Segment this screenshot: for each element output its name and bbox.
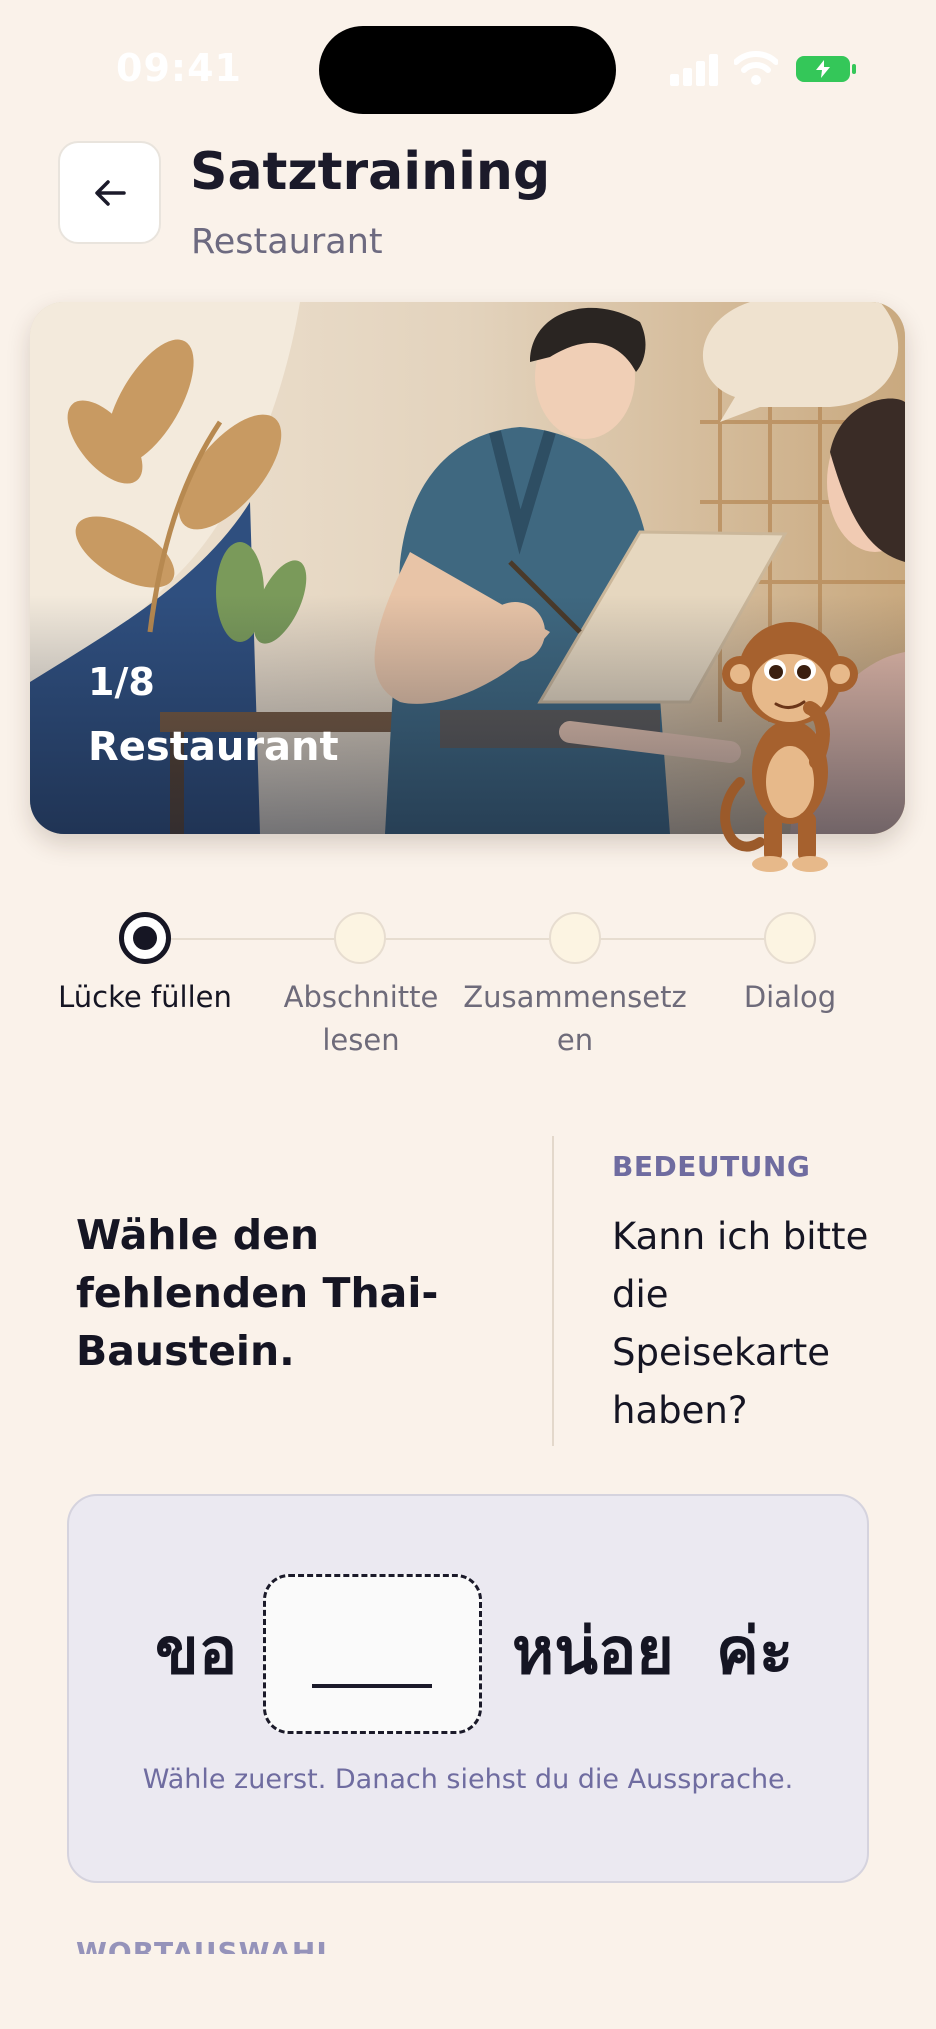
divider	[552, 1136, 554, 1446]
step-label-read-sections[interactable]: Abschnitte lesen	[255, 976, 467, 1062]
step-dot-dialog[interactable]	[764, 912, 816, 964]
instruction-text: Wähle den fehlenden Thai-Baustein.	[76, 1211, 439, 1375]
hero-caption: Restaurant	[88, 724, 339, 770]
dynamic-island	[319, 26, 616, 114]
meaning-label: BEDEUTUNG	[612, 1150, 811, 1183]
hero-progress: 1/8	[88, 660, 155, 704]
arrow-left-icon	[94, 179, 126, 206]
step-label-assemble[interactable]: Zusammensetzen	[463, 976, 687, 1062]
step-label-dialog[interactable]: Dialog	[685, 976, 895, 1019]
gap-placeholder-line	[312, 1684, 432, 1688]
status-bar: 09:41	[0, 0, 936, 130]
stepper-track	[145, 938, 789, 940]
thai-word-before: ขอ	[155, 1615, 238, 1689]
page-title: Satztraining	[190, 142, 551, 202]
step-dot-read-sections[interactable]	[334, 912, 386, 964]
back-button[interactable]	[58, 141, 161, 244]
monkey-mascot-icon	[720, 622, 858, 872]
word-choice-label: WORTAUSWAHL	[76, 1936, 336, 1954]
battery-icon	[796, 56, 856, 82]
signal-icon	[670, 52, 720, 86]
thai-word-after-2: ค่ะ	[716, 1615, 794, 1689]
thai-word-after-1: หน่อย	[512, 1615, 674, 1689]
step-dot-fill-gap[interactable]	[119, 912, 171, 964]
exercise-hint: Wähle zuerst. Danach siehst du die Aussp…	[142, 1764, 794, 1795]
status-time: 09:41	[116, 46, 242, 90]
wifi-icon	[734, 51, 778, 85]
step-dot-assemble[interactable]	[549, 912, 601, 964]
step-label-fill-gap[interactable]: Lücke füllen	[40, 976, 250, 1019]
page-subtitle: Restaurant	[191, 222, 383, 262]
gap-slot[interactable]	[263, 1574, 482, 1734]
meaning-text: Kann ich bitte die Speisekarte haben?	[612, 1215, 869, 1432]
